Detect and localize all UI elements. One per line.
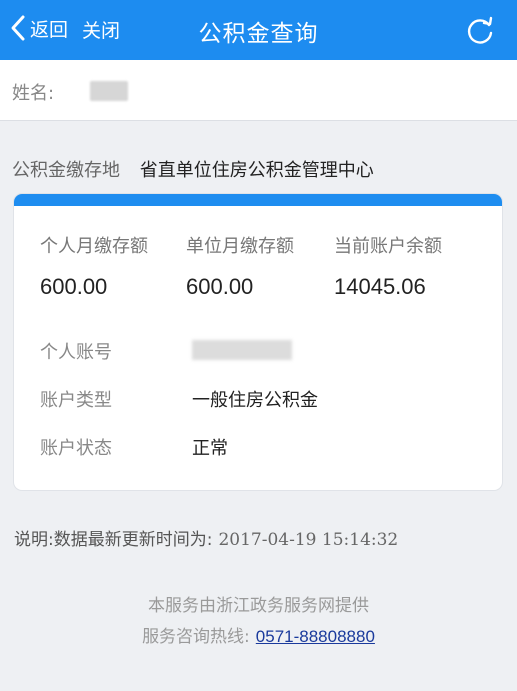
hotline-label: 服务咨询热线: bbox=[142, 627, 250, 647]
summary-personal-monthly: 个人月缴存额 600.00 bbox=[40, 232, 148, 300]
header-bar: 返回 关闭 公积金查询 bbox=[0, 0, 517, 60]
account-type-label: 账户类型 bbox=[40, 390, 112, 411]
deposit-location-value: 省直单位住房公积金管理中心 bbox=[139, 160, 374, 181]
name-redacted bbox=[90, 81, 128, 101]
update-note-label: 说明:数据最新更新时间为: bbox=[14, 530, 213, 550]
summary-balance: 当前账户余额 14045.06 bbox=[334, 232, 442, 300]
account-type-row: 账户类型 一般住房公积金 bbox=[40, 386, 318, 412]
account-number-label: 个人账号 bbox=[40, 342, 112, 363]
account-number-row: 个人账号 bbox=[40, 338, 192, 364]
deposit-location-row: 公积金缴存地 省直单位住房公积金管理中心 bbox=[12, 156, 374, 182]
account-number-redacted bbox=[192, 340, 292, 360]
refresh-icon[interactable] bbox=[465, 16, 495, 46]
summary-employer-monthly: 单位月缴存额 600.00 bbox=[186, 232, 294, 300]
summary-value: 600.00 bbox=[186, 274, 254, 299]
update-note: 说明:数据最新更新时间为: 2017-04-19 15:14:32 bbox=[14, 525, 398, 550]
summary-label: 单位月缴存额 bbox=[186, 236, 294, 257]
account-status-row: 账户状态 正常 bbox=[40, 434, 228, 460]
account-status-value: 正常 bbox=[192, 438, 228, 459]
hotline-row: 服务咨询热线: 0571-88808880 bbox=[0, 622, 517, 647]
account-card: 个人月缴存额 600.00 单位月缴存额 600.00 当前账户余额 14045… bbox=[14, 194, 502, 490]
update-timestamp: 2017-04-19 15:14:32 bbox=[218, 530, 399, 550]
hotline-link[interactable]: 0571-88808880 bbox=[256, 627, 375, 646]
summary-value: 14045.06 bbox=[334, 274, 426, 299]
summary-label: 当前账户余额 bbox=[334, 236, 442, 257]
name-label: 姓名: bbox=[12, 83, 55, 104]
summary-value: 600.00 bbox=[40, 274, 108, 299]
provider-text: 本服务由浙江政务服务网提供 bbox=[148, 596, 369, 616]
name-row: 姓名: bbox=[0, 60, 517, 121]
card-accent-stripe bbox=[14, 194, 502, 206]
account-type-value: 一般住房公积金 bbox=[192, 390, 318, 411]
deposit-location-label: 公积金缴存地 bbox=[12, 160, 120, 181]
page-title: 公积金查询 bbox=[198, 21, 319, 47]
account-status-label: 账户状态 bbox=[40, 438, 112, 459]
summary-label: 个人月缴存额 bbox=[40, 236, 148, 257]
